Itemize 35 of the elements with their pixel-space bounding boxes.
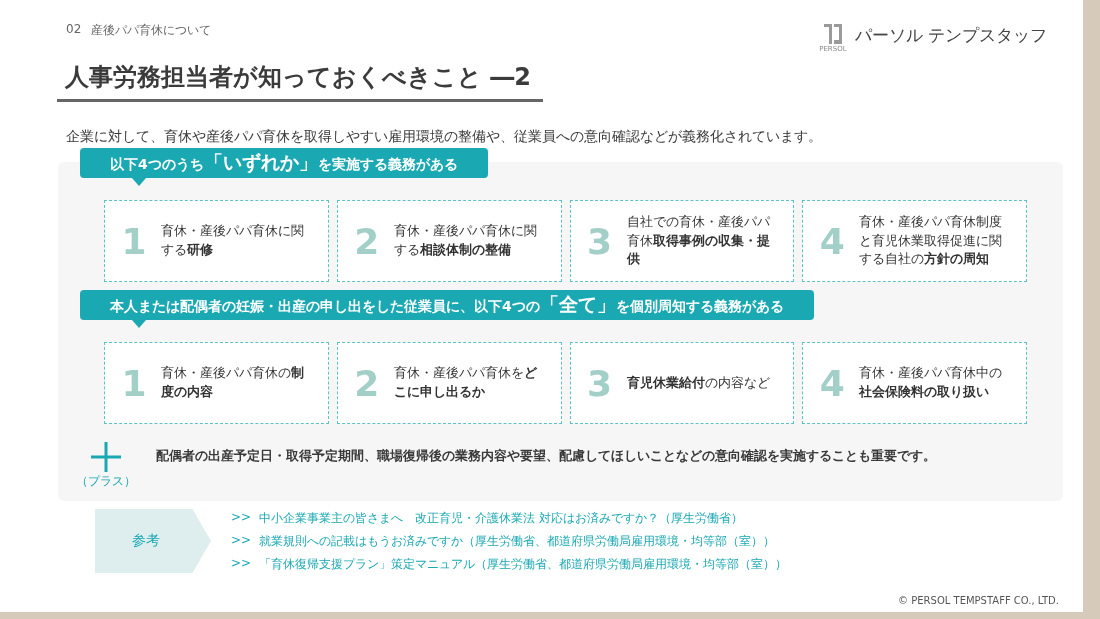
item-text: 育休・産後パパ育休をどこに申し出るか [393,364,538,401]
item-text: 育休・産後パパ育休に関する相談体制の整備 [393,222,538,259]
reference-link[interactable]: 「育休復帰支援プラン」策定マニュアル（厚生労働省、都道府県労働局雇用環境・均等部（室）） [259,555,788,573]
banner-pointer [132,178,146,186]
section-number: 02 [66,22,82,38]
link-marker: >> [231,532,252,549]
intro-text: 企業に対して、育休や産後パパ育休を取得しやすい雇用環境の整備や、従業員への意向確認などが義務化されています。 [66,128,823,146]
item-text: 育休・産後パパ育休に関する研修 [161,222,305,259]
reference-link[interactable]: 中小企業事業主の皆さまへ 改正育児・介護休業法 対応はお済みですか？（厚生労働省） [259,509,743,527]
item-number: 2 [353,220,380,262]
banner-pointer [132,320,146,328]
copyright-text: © PERSOL TEMPSTAFF CO., LTD. [898,595,1059,606]
company-name: パーソル テンプスタッフ [854,24,1047,47]
slide-title: 人事労務担当者が知っておくべきこと ―2 [57,53,544,102]
item-number: 4 [819,220,846,262]
item-text: 育休・産後パパ育休制度と育児休業取得促進に関する自社の方針の周知 [859,212,1004,269]
item-text: 自社での育休・産後パパ育休取得事例の収集・提供 [626,212,771,269]
plus-caption: （プラス） [76,474,136,489]
plus-note: 配偶者の出産予定日・取得予定期間、職場復帰後の業務内容や要望、配慮してほしいことなどの意向確認を実施することも重要です。 [156,448,936,465]
section-title: 産後パパ育休について [91,22,212,39]
reference-label: 参考 [95,509,211,573]
reference-link[interactable]: 就業規則への記載はもうお済みですか（厚生労働省、都道府県労働局雇用環境・均等部（室）） [259,532,776,550]
item-number: 2 [353,362,380,404]
logo-mark-icon [823,24,842,44]
link-marker: >> [231,555,252,572]
item-text: 育休・産後パパ育休中の社会保険料の取り扱い [859,364,1004,401]
link-marker: >> [231,509,252,526]
item-number: 1 [121,220,147,262]
item-number: 3 [586,220,613,262]
item-number: 4 [819,362,846,404]
item-text: 育児休業給付の内容など [626,373,770,392]
item-text: 育休・産後パパ育休の制度の内容 [161,364,305,401]
plus-icon [91,442,121,472]
item-number: 1 [121,362,147,404]
item-number: 3 [586,362,613,404]
